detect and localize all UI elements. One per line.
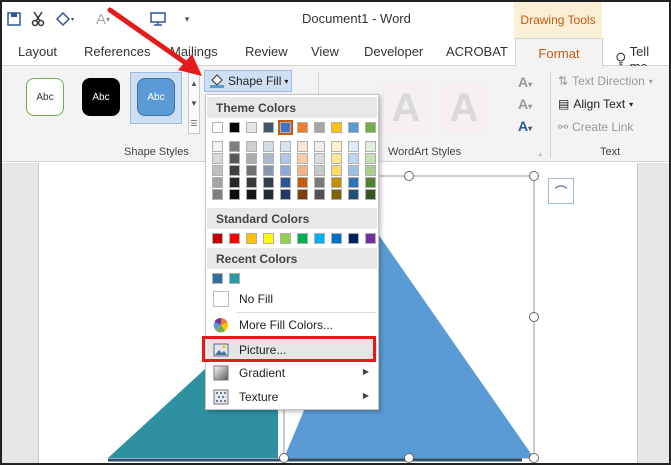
annotation-arrow [107,7,202,76]
theme-shade-swatch[interactable] [348,189,359,200]
theme-color-swatch[interactable] [263,122,274,133]
theme-shade-swatch[interactable] [348,165,359,176]
submenu-arrow-icon: ▶ [362,391,369,400]
texture-item[interactable]: Texture ▶ [207,386,377,408]
theme-shade-swatch[interactable] [314,189,325,200]
theme-shade-swatch[interactable] [331,141,342,152]
theme-shade-swatch[interactable] [229,189,240,200]
theme-shade-swatch[interactable] [246,189,257,200]
shape-fill-menu: Theme Colors Standard Colors Recent Colo… [205,94,379,410]
theme-color-swatch[interactable] [297,122,308,133]
theme-shade-swatch[interactable] [246,165,257,176]
theme-shade-swatch[interactable] [365,165,376,176]
picture-highlight-box [202,336,376,362]
theme-shade-swatch[interactable] [212,165,223,176]
theme-shade-swatch[interactable] [280,153,291,164]
theme-shade-swatch[interactable] [314,165,325,176]
theme-shade-swatch[interactable] [348,141,359,152]
word-window: A ▾ ▾ Document1 - Word Drawing Tools Layo… [0,0,671,465]
standard-color-swatch[interactable] [229,233,240,244]
theme-shade-swatch[interactable] [212,177,223,188]
more-fill-colors-label: More Fill Colors... [239,318,334,332]
theme-shade-swatch[interactable] [314,141,325,152]
theme-color-swatch[interactable] [331,122,342,133]
theme-color-swatch[interactable] [212,122,223,133]
standard-color-swatch[interactable] [314,233,325,244]
no-fill-swatch-icon [213,291,229,307]
standard-color-swatch[interactable] [246,233,257,244]
standard-color-swatch[interactable] [331,233,342,244]
texture-icon [213,389,229,405]
gradient-icon [213,365,229,381]
theme-color-swatch[interactable] [348,122,359,133]
submenu-arrow-icon: ▶ [362,367,369,376]
theme-shade-swatch[interactable] [331,177,342,188]
theme-shade-swatch[interactable] [365,141,376,152]
theme-shade-swatch[interactable] [314,153,325,164]
standard-color-swatch[interactable] [297,233,308,244]
theme-color-swatch[interactable] [278,120,293,135]
theme-color-swatch[interactable] [314,122,325,133]
color-wheel-icon [213,317,229,333]
theme-shade-swatch[interactable] [229,153,240,164]
recent-colors-header: Recent Colors [207,248,377,269]
theme-shade-swatch[interactable] [297,141,308,152]
theme-shade-swatch[interactable] [229,177,240,188]
theme-shade-swatch[interactable] [280,165,291,176]
theme-shade-swatch[interactable] [246,141,257,152]
standard-colors-header: Standard Colors [207,208,377,229]
theme-shade-swatch[interactable] [365,153,376,164]
gradient-item[interactable]: Gradient ▶ [207,362,377,384]
recent-color-swatch[interactable] [229,273,240,284]
recent-color-swatch[interactable] [212,273,223,284]
theme-shade-swatch[interactable] [229,141,240,152]
no-fill-item[interactable]: No Fill [207,288,377,310]
theme-shade-swatch[interactable] [263,165,274,176]
theme-shade-swatch[interactable] [263,177,274,188]
theme-shade-swatch[interactable] [297,165,308,176]
theme-shade-swatch[interactable] [263,189,274,200]
theme-color-swatch[interactable] [365,122,376,133]
theme-shade-swatch[interactable] [246,177,257,188]
theme-shade-swatch[interactable] [263,141,274,152]
theme-colors-header: Theme Colors [207,97,377,118]
theme-shade-swatch[interactable] [212,141,223,152]
theme-shade-swatch[interactable] [297,177,308,188]
theme-shade-swatch[interactable] [212,189,223,200]
texture-label: Texture [239,390,279,404]
theme-shade-swatch[interactable] [348,153,359,164]
theme-color-swatch[interactable] [246,122,257,133]
theme-shade-swatch[interactable] [331,189,342,200]
theme-shade-swatch[interactable] [297,153,308,164]
theme-shade-swatch[interactable] [365,177,376,188]
standard-color-swatch[interactable] [348,233,359,244]
theme-shade-swatch[interactable] [348,177,359,188]
theme-shade-swatch[interactable] [297,189,308,200]
layout-options-icon[interactable]: ⌒ [548,178,574,204]
standard-color-swatch[interactable] [365,233,376,244]
theme-shade-swatch[interactable] [212,153,223,164]
no-fill-label: No Fill [239,292,274,306]
theme-shade-swatch[interactable] [331,165,342,176]
standard-color-swatch[interactable] [280,233,291,244]
gradient-label: Gradient [239,366,286,380]
menu-separator [236,312,376,313]
theme-shade-swatch[interactable] [246,153,257,164]
theme-shade-swatch[interactable] [263,153,274,164]
theme-shade-swatch[interactable] [365,189,376,200]
theme-shade-swatch[interactable] [280,189,291,200]
theme-shade-swatch[interactable] [280,141,291,152]
theme-shade-swatch[interactable] [229,165,240,176]
theme-shade-swatch[interactable] [280,177,291,188]
standard-color-swatch[interactable] [212,233,223,244]
standard-color-swatch[interactable] [263,233,274,244]
more-fill-colors-item[interactable]: More Fill Colors... [207,314,377,336]
theme-shade-swatch[interactable] [314,177,325,188]
theme-shade-swatch[interactable] [331,153,342,164]
theme-color-swatch[interactable] [229,122,240,133]
